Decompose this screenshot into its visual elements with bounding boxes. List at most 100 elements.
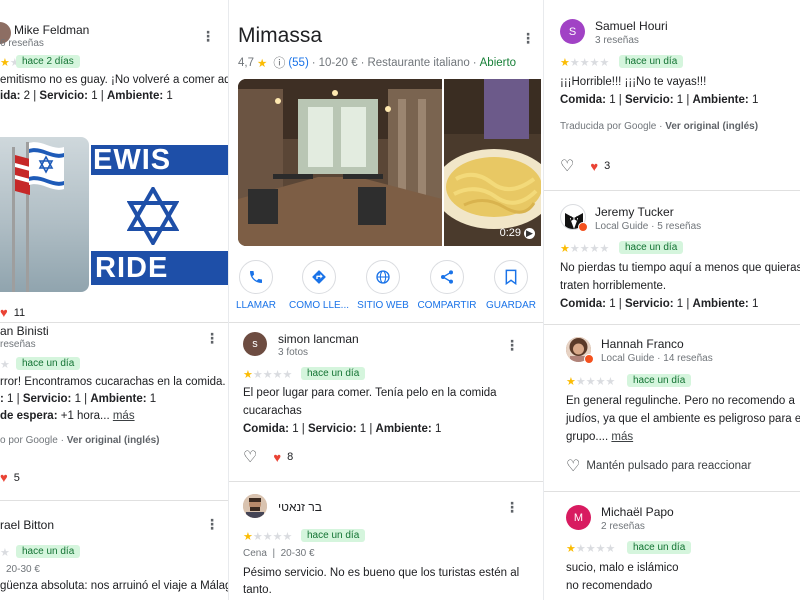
review-count-link[interactable]: (55) <box>288 57 308 69</box>
review-subratings: ida: 2 | Servicio: 1 | Ambiente: 1 <box>0 90 173 102</box>
call-button[interactable]: LLAMAR <box>229 260 286 311</box>
review-text-line1: No pierdas tu tiempo aquí a menos que qu… <box>560 262 800 274</box>
interior-photo <box>238 79 442 246</box>
food-video-image <box>444 79 541 246</box>
review-price: 20-30 € <box>6 564 40 575</box>
star-rating: ★ <box>0 359 10 371</box>
website-button[interactable]: SITIO WEB <box>353 260 413 311</box>
reviewer-review-count: 2 reseñas <box>601 521 645 532</box>
reviewer-name[interactable]: an Binisti <box>0 324 49 338</box>
more-link[interactable]: más <box>113 410 135 422</box>
save-label: GUARDAR <box>485 300 536 311</box>
more-options-icon[interactable]: ⋮ <box>205 517 219 531</box>
reviewer-name[interactable]: Samuel Houri <box>595 19 668 33</box>
view-original-link[interactable]: Ver original (inglés) <box>67 435 160 446</box>
share-icon <box>430 260 464 294</box>
reviewer-review-count: reseñas <box>0 339 36 350</box>
video-duration: 0:29 ▶ <box>500 227 535 239</box>
share-label: COMPARTIR <box>417 300 477 311</box>
reviewer-review-count: 6 reseñas <box>0 38 44 49</box>
more-options-icon[interactable]: ⋮ <box>505 338 519 352</box>
place-video-thumbnail[interactable]: 0:29 ▶ <box>444 79 541 246</box>
share-button[interactable]: COMPARTIR <box>417 260 477 311</box>
review-text: rror! Encontramos cucarachas en la comid… <box>0 376 226 388</box>
review-text-line3: grupo.... más <box>566 431 634 443</box>
divider <box>229 322 543 323</box>
star-rating: ★★★★★ <box>566 543 616 555</box>
reviewer-name[interactable]: Jeremy Tucker <box>595 205 674 219</box>
divider <box>0 322 228 323</box>
banner-text-top: EWIS <box>93 144 172 176</box>
more-options-icon[interactable]: ⋮ <box>521 31 535 45</box>
star-rating: ★★★★★ <box>560 243 610 255</box>
heart-icon: ♥ <box>273 449 282 465</box>
heart-outline-icon[interactable]: ♡ <box>243 447 257 467</box>
more-options-icon[interactable]: ⋮ <box>201 29 215 43</box>
review-text: güenza absoluta: nos arruinó el viaje a … <box>0 580 228 592</box>
reviewer-name[interactable]: simon lancman <box>278 332 359 346</box>
reviewer-name[interactable]: Michaël Papo <box>601 505 674 519</box>
review-text-line2: tanto. <box>243 584 272 596</box>
review-photo-banner[interactable]: EWIS RIDE <box>91 137 228 292</box>
review-date-badge: hace un día <box>16 545 81 558</box>
info-icon[interactable]: ⓘ <box>273 54 285 71</box>
heart-outline-icon[interactable]: ♡ <box>560 156 574 176</box>
review-text-line1: El peor lugar para comer. Tenía pelo en … <box>243 387 497 399</box>
website-label: SITIO WEB <box>357 300 409 311</box>
review-text-line1: En general regulinche. Pero no recomendo… <box>566 395 795 407</box>
like-count[interactable]: ♥ 5 <box>0 470 20 485</box>
review-subratings: Comida: 1 | Servicio: 1 | Ambiente: 1 <box>243 423 442 435</box>
reviewer-name[interactable]: בר זנאטי <box>278 500 322 514</box>
heart-icon: ♥ <box>590 158 599 174</box>
review-subratings: Comida: 1 | Servicio: 1 | Ambiente: 1 <box>560 298 759 310</box>
review-photo-flags[interactable] <box>0 137 89 292</box>
reviewer-avatar[interactable]: S <box>560 19 585 44</box>
directions-icon <box>302 260 336 294</box>
place-category[interactable]: Restaurante italiano <box>367 57 469 69</box>
review-text-line2: judíos, ya que el ambiente es peligroso … <box>566 413 800 425</box>
review-date-badge: hace un día <box>627 374 692 387</box>
right-review-panel: S Samuel Houri 3 reseñas ★★★★★ hace un d… <box>544 0 800 600</box>
view-original-link[interactable]: Ver original (inglés) <box>665 121 758 132</box>
translation-note: Traducida por Google · Ver original (ing… <box>560 121 759 132</box>
star-icon: ★ <box>257 57 268 70</box>
reviewer-avatar[interactable] <box>243 494 267 518</box>
more-link[interactable]: más <box>611 431 633 443</box>
divider <box>229 481 543 482</box>
divider <box>544 190 800 191</box>
more-options-icon[interactable]: ⋮ <box>205 331 219 345</box>
local-guide-badge-icon <box>578 222 588 232</box>
review-subratings: : 1 | Servicio: 1 | Ambiente: 1 <box>0 393 157 405</box>
reviewer-avatar[interactable]: M <box>566 505 591 530</box>
reviewer-name[interactable]: Hannah Franco <box>601 337 684 351</box>
reviewer-name[interactable]: Mike Feldman <box>14 23 89 37</box>
review-text-line2: cucarachas <box>243 405 302 417</box>
more-options-icon[interactable]: ⋮ <box>505 500 519 514</box>
banner-text-bottom: RIDE <box>95 252 169 284</box>
star-rating: ★ <box>0 547 10 559</box>
star-rating: ★★★★★ <box>566 376 616 388</box>
local-guide-badge-icon <box>584 354 594 364</box>
globe-icon <box>366 260 400 294</box>
phone-icon <box>239 260 273 294</box>
heart-icon: ♥ <box>0 470 8 485</box>
like-count[interactable]: ♥ 11 <box>0 305 25 320</box>
like-count: 8 <box>287 451 294 463</box>
save-button[interactable]: GUARDAR <box>481 260 541 311</box>
place-photo-interior[interactable] <box>238 79 442 246</box>
reviewer-name[interactable]: rael Bitton <box>0 518 54 532</box>
call-label: LLAMAR <box>235 300 276 311</box>
directions-button[interactable]: COMO LLE... <box>289 260 349 311</box>
review-date-badge: hace un día <box>627 541 692 554</box>
place-panel: Mimassa ⋮ 4,7 ★ ⓘ (55) · 10-20 € · Resta… <box>228 0 544 600</box>
review-date-badge: hace un día <box>301 529 366 542</box>
review-date-badge: hace un día <box>16 357 81 370</box>
review-wait-time: de espera: +1 hora... más <box>0 410 135 422</box>
reviewer-avatar[interactable]: s <box>243 332 267 356</box>
star-rating: ★★★★★ <box>560 57 610 69</box>
react-prompt[interactable]: ♡ Mantén pulsado para reaccionar <box>566 456 751 476</box>
place-title: Mimassa <box>238 24 323 47</box>
star-rating: ★★★★★ <box>243 369 293 381</box>
review-text-line1: sucio, malo e islámico <box>566 562 679 574</box>
divider <box>544 491 800 492</box>
